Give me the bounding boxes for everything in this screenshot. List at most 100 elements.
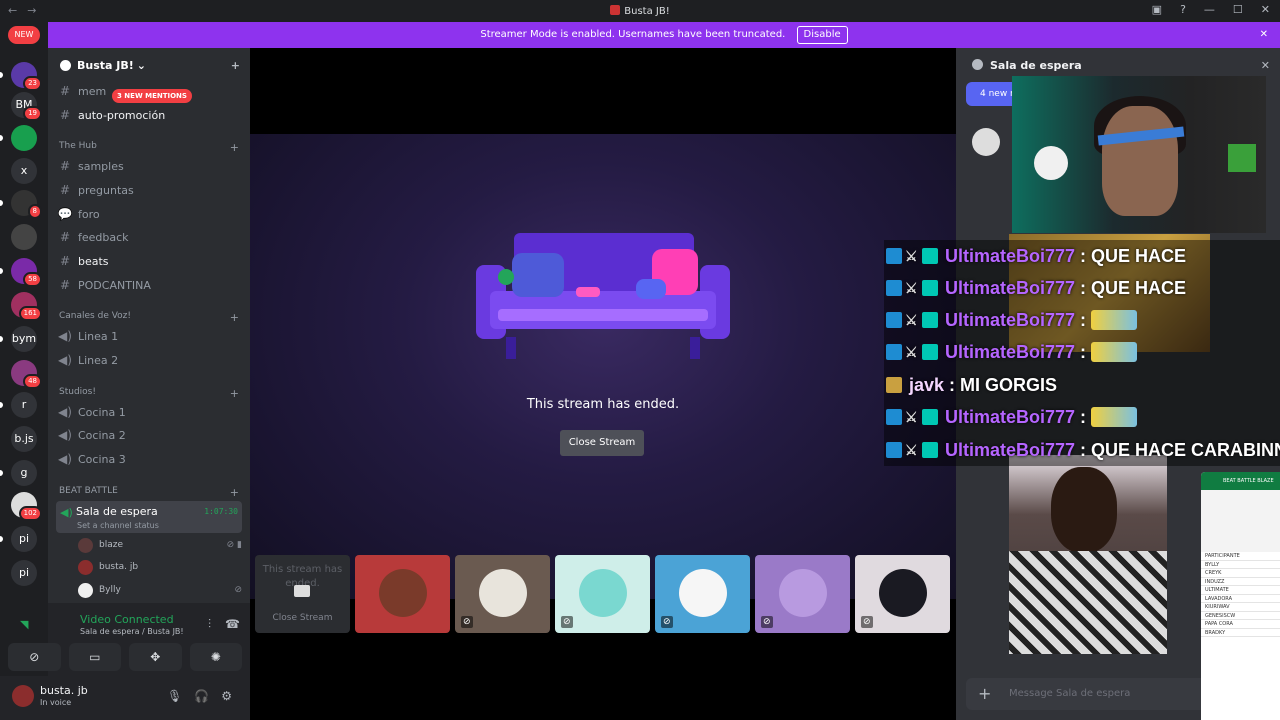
soundboard-button[interactable]: ✺ <box>189 643 242 671</box>
channel-beats[interactable]: # beats <box>56 250 242 272</box>
stream-tile[interactable]: This stream has ended. Close Stream <box>255 555 350 633</box>
voice-user[interactable]: busta. jb <box>78 557 242 577</box>
close-icon[interactable]: ✕ <box>1261 59 1270 72</box>
category-beat-battle[interactable]: BEAT BATTLE + <box>59 486 239 499</box>
participant-tile[interactable]: ⊘ <box>755 555 850 633</box>
server-icon[interactable] <box>11 125 37 151</box>
channel-auto-promocion[interactable]: # auto-promoción <box>56 104 242 126</box>
unread-pip <box>0 336 3 342</box>
server-header[interactable]: Busta JB! ⌄ + <box>48 48 250 82</box>
gear-icon[interactable]: ⚙ <box>221 689 232 703</box>
channel-foro[interactable]: 💬 foro <box>56 203 242 225</box>
channel-cocina-1[interactable]: ◀) Cocina 1 <box>56 401 242 423</box>
sword-icon: ⚔ <box>905 280 918 296</box>
maximize-button[interactable]: ☐ <box>1233 3 1243 16</box>
headphones-icon[interactable]: 🎧 <box>194 689 209 703</box>
activities-button[interactable]: ✥ <box>129 643 182 671</box>
new-badge[interactable]: NEW <box>8 26 40 44</box>
channel-cocina-3[interactable]: ◀) Cocina 3 <box>56 448 242 470</box>
banner-close-icon[interactable]: ✕ <box>1260 22 1268 48</box>
server-icon[interactable]: BM 19 <box>11 92 42 121</box>
add-attachment-icon[interactable]: + <box>978 678 991 710</box>
add-channel-icon[interactable]: + <box>230 486 239 499</box>
participant-tile[interactable]: ⊘ <box>655 555 750 633</box>
channel-podcantina[interactable]: # PODCANTINA <box>56 274 242 296</box>
server-label: pi <box>18 566 30 579</box>
server-icon[interactable]: 48 <box>11 360 42 389</box>
user-name[interactable]: busta. jb <box>40 684 88 697</box>
server-icon[interactable]: pi <box>11 560 37 586</box>
close-window-button[interactable]: ✕ <box>1261 3 1270 16</box>
stream-ended-text: This stream has ended. <box>526 397 680 412</box>
server-icon[interactable]: pi <box>11 526 37 552</box>
voice-status[interactable]: Video Connected <box>40 613 236 626</box>
server-icon[interactable]: b.js <box>11 426 37 452</box>
channel-sala-de-espera[interactable]: ◀) Sala de espera Set a channel status 1… <box>56 501 242 533</box>
avatar[interactable] <box>972 128 1000 156</box>
sheet-row: PAPA CORA <box>1201 620 1280 629</box>
microphone-icon[interactable]: 🎙 <box>167 689 182 703</box>
server-label: bym <box>11 332 37 345</box>
category-studios[interactable]: Studios! + <box>59 387 239 400</box>
mention-badge: 58 <box>23 272 42 287</box>
category-the-hub[interactable]: The Hub + <box>59 141 239 154</box>
server-icon[interactable] <box>11 224 37 250</box>
help-icon[interactable]: ? <box>1180 3 1186 16</box>
emote-image <box>1091 342 1138 362</box>
overlay-chat-line: ⚔ UltimateBoi777: QUE HACE CARABINNE <box>886 436 1280 464</box>
server-icon[interactable]: r <box>11 392 37 418</box>
participant-tile[interactable] <box>355 555 450 633</box>
unread-pip <box>0 135 3 141</box>
camera-off-button[interactable]: ⊘ <box>8 643 61 671</box>
server-icon[interactable]: 102 <box>11 492 42 521</box>
new-mentions-pill[interactable]: 3 NEW MENTIONS <box>112 89 192 103</box>
minimize-button[interactable]: — <box>1204 3 1215 16</box>
avatar[interactable] <box>12 685 34 707</box>
inbox-icon[interactable]: ▣ <box>1152 3 1162 16</box>
channel-samples[interactable]: # samples <box>56 155 242 177</box>
separator: : <box>1080 309 1087 330</box>
spreadsheet-overlay: BEAT BATTLE BLAZE PARTICIPANTE BYLLY CREYK… <box>1201 472 1280 720</box>
server-icon[interactable]: 8 <box>11 190 42 219</box>
category-canales-de-voz[interactable]: Canales de Voz! + <box>59 311 239 324</box>
server-icon[interactable]: 23 <box>11 62 42 91</box>
screen-icon <box>294 585 310 597</box>
user-name: busta. jb <box>99 562 139 572</box>
voice-user[interactable]: Bylly ⊘ <box>78 580 242 600</box>
server-icon[interactable]: 161 <box>11 292 42 321</box>
add-channel-icon[interactable]: + <box>230 141 239 154</box>
server-label: x <box>20 164 28 177</box>
user-status: In voice <box>40 698 72 707</box>
server-icon[interactable]: 58 <box>11 258 42 287</box>
participant-tile[interactable]: ⊘ <box>855 555 950 633</box>
participant-tile[interactable]: ⊘ <box>555 555 650 633</box>
participant-tile[interactable]: ⊘ <box>455 555 550 633</box>
channel-status[interactable]: Set a channel status <box>77 521 159 530</box>
channel-linea-2[interactable]: ◀) Linea 2 <box>56 349 242 371</box>
tile-close-stream[interactable]: Close Stream <box>255 613 350 623</box>
chat-bubble-icon <box>972 59 983 70</box>
channel-cocina-2[interactable]: ◀) Cocina 2 <box>56 424 242 446</box>
add-channel-icon[interactable]: + <box>230 311 239 324</box>
server-icon[interactable]: x <box>11 158 37 184</box>
muted-icon: ⊘ <box>661 616 673 628</box>
sword-icon: ⚔ <box>905 248 918 264</box>
badge-icon <box>886 409 902 425</box>
channel-preguntas[interactable]: # preguntas <box>56 179 242 201</box>
invite-icon[interactable]: + <box>231 59 240 72</box>
window-title-text: Busta JB! <box>624 6 670 17</box>
screen-share-button[interactable]: ▭ <box>68 643 121 671</box>
add-channel-icon[interactable]: + <box>230 387 239 400</box>
disable-button[interactable]: Disable <box>796 26 848 44</box>
noise-suppression-icon[interactable]: ⫶ <box>208 617 211 632</box>
server-icon[interactable]: bym <box>11 326 37 352</box>
close-stream-button[interactable]: Close Stream <box>560 430 644 456</box>
channel-linea-1[interactable]: ◀) Linea 1 <box>56 325 242 347</box>
server-icon[interactable]: g <box>11 460 37 486</box>
disconnect-icon[interactable]: ☎ <box>225 617 240 632</box>
signal-icon[interactable]: ◥ <box>20 618 28 631</box>
window-title: Busta JB! <box>0 5 1280 17</box>
channel-feedback[interactable]: # feedback <box>56 226 242 248</box>
user-controls: 🎙 🎧 ⚙ <box>167 689 232 703</box>
voice-user[interactable]: blaze ⊘ ▮ <box>78 535 242 555</box>
